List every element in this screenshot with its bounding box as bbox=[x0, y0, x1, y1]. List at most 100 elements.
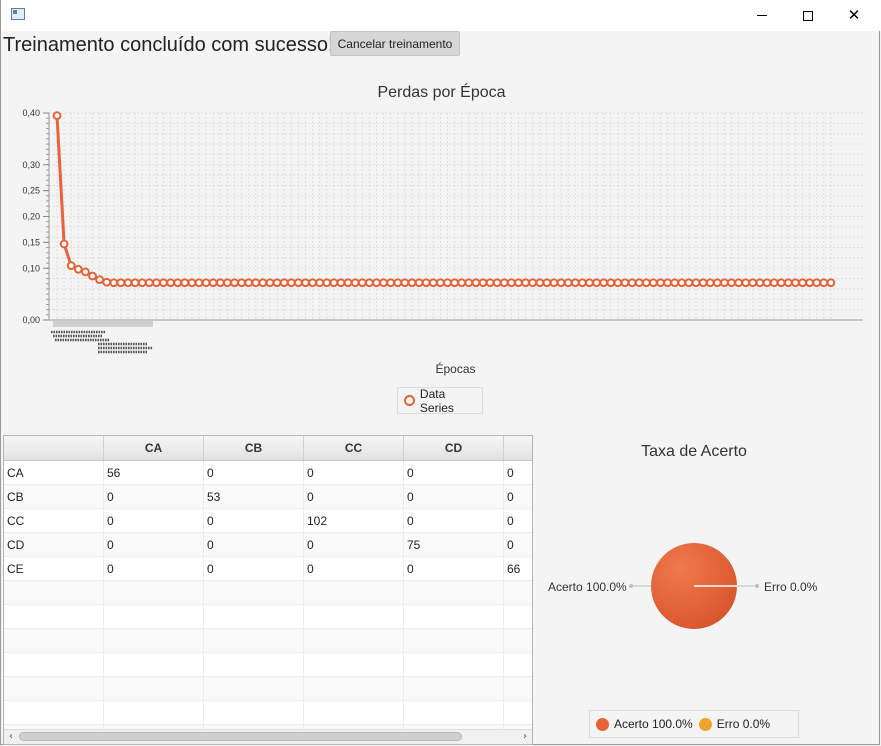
cancel-training-button[interactable]: Cancelar treinamento bbox=[330, 31, 460, 56]
table-cell: 0 bbox=[304, 461, 404, 484]
table-cell: CA bbox=[4, 461, 104, 484]
table-row[interactable]: CA 56 0 0 0 0 bbox=[4, 461, 532, 485]
loss-data-point bbox=[741, 278, 751, 288]
loss-data-point bbox=[66, 261, 76, 271]
table-row[interactable]: CC 0 0 102 0 0 bbox=[4, 509, 532, 533]
legend-series-symbol bbox=[404, 395, 415, 406]
table-cell: 0 bbox=[404, 461, 504, 484]
loss-data-point bbox=[578, 278, 587, 288]
loss-data-point bbox=[521, 278, 530, 288]
title-bar: ✕ bbox=[1, 0, 881, 31]
loss-data-point bbox=[762, 278, 772, 288]
scroll-left-icon[interactable]: ‹ bbox=[4, 730, 18, 744]
loss-data-point bbox=[783, 278, 793, 288]
table-cell bbox=[304, 701, 404, 724]
pie-label-dot-erro bbox=[755, 584, 759, 588]
column-header[interactable]: CB bbox=[204, 436, 304, 460]
loss-data-point bbox=[215, 278, 225, 288]
table-cell: 0 bbox=[404, 485, 504, 508]
loss-data-point bbox=[599, 278, 609, 288]
table-cell bbox=[4, 581, 104, 604]
table-cell bbox=[504, 629, 532, 652]
loss-chart: 0,40 0,30 0,25 0,20 0,15 0,10 0,00 bbox=[22, 108, 863, 354]
table-row[interactable] bbox=[4, 701, 532, 725]
table-cell bbox=[504, 677, 532, 700]
pie-label-acerto: Acerto 100.0% bbox=[548, 580, 627, 594]
loss-data-point bbox=[677, 278, 687, 288]
app-icon bbox=[11, 8, 25, 20]
table-row[interactable] bbox=[4, 653, 532, 677]
table-cell bbox=[404, 629, 504, 652]
horizontal-scrollbar[interactable]: ‹ › bbox=[4, 729, 532, 744]
column-header[interactable]: CD bbox=[404, 436, 504, 460]
minimize-button[interactable] bbox=[739, 0, 785, 31]
table-cell: 0 bbox=[504, 461, 532, 484]
loss-data-point bbox=[627, 278, 637, 288]
table-cell: 0 bbox=[204, 533, 304, 556]
table-cell bbox=[4, 653, 104, 676]
loss-data-point bbox=[734, 278, 743, 288]
table-row[interactable] bbox=[4, 581, 532, 605]
loss-data-point bbox=[798, 278, 807, 288]
loss-data-point bbox=[705, 278, 715, 288]
loss-data-point bbox=[393, 278, 403, 288]
loss-chart-title: Perdas por Época bbox=[377, 84, 506, 101]
y-tick-label: 0,25 bbox=[22, 186, 40, 196]
loss-data-point bbox=[365, 278, 374, 288]
loss-data-point bbox=[436, 278, 445, 288]
loss-data-point bbox=[464, 278, 474, 288]
loss-data-point bbox=[457, 278, 467, 288]
column-header[interactable]: CC bbox=[304, 436, 404, 460]
table-row[interactable]: CE 0 0 0 0 66 bbox=[4, 557, 532, 581]
legend-erro-symbol bbox=[698, 717, 712, 731]
scrollbar-thumb[interactable] bbox=[19, 732, 462, 741]
maximize-button[interactable] bbox=[785, 0, 831, 31]
table-row[interactable]: CD 0 0 0 75 0 bbox=[4, 533, 532, 557]
close-button[interactable]: ✕ bbox=[831, 0, 877, 31]
loss-data-point bbox=[670, 278, 680, 288]
scroll-right-icon[interactable]: › bbox=[518, 730, 532, 744]
table-cell: 0 bbox=[304, 557, 404, 580]
loss-data-point bbox=[265, 278, 275, 288]
loss-data-point bbox=[535, 278, 545, 288]
column-header[interactable] bbox=[504, 436, 532, 460]
loss-data-point bbox=[173, 278, 183, 288]
loss-data-point bbox=[649, 278, 658, 288]
loss-data-point bbox=[478, 278, 488, 288]
table-row[interactable] bbox=[4, 605, 532, 629]
loss-data-point bbox=[102, 277, 112, 287]
loss-data-point bbox=[450, 278, 460, 288]
loss-data-point bbox=[123, 278, 133, 288]
table-cell: 66 bbox=[504, 557, 532, 580]
table-cell bbox=[304, 653, 404, 676]
loss-data-point bbox=[507, 278, 516, 288]
loss-data-point bbox=[691, 278, 701, 288]
table-row[interactable] bbox=[4, 629, 532, 653]
table-cell: 0 bbox=[304, 485, 404, 508]
loss-data-point bbox=[286, 278, 296, 288]
app-window: ✕ Treinamento concluído com sucesso! Can… bbox=[0, 0, 881, 745]
table-cell bbox=[4, 677, 104, 700]
table-cell: 0 bbox=[204, 509, 304, 532]
table-cell bbox=[304, 605, 404, 628]
loss-data-point bbox=[428, 278, 438, 288]
table-cell: 0 bbox=[104, 533, 204, 556]
loss-data-point bbox=[720, 278, 729, 288]
loss-data-point bbox=[556, 278, 566, 288]
table-cell: 0 bbox=[104, 509, 204, 532]
table-cell: 0 bbox=[204, 557, 304, 580]
table-cell bbox=[304, 629, 404, 652]
table-row[interactable]: CB 0 53 0 0 0 bbox=[4, 485, 532, 509]
table-cell: 53 bbox=[204, 485, 304, 508]
loss-data-point bbox=[684, 278, 694, 288]
loss-data-point bbox=[308, 278, 318, 288]
loss-data-point bbox=[712, 278, 722, 288]
table-cell: 0 bbox=[404, 509, 504, 532]
table-cell: 0 bbox=[504, 533, 532, 556]
loss-data-point bbox=[414, 278, 424, 288]
confusion-matrix-table[interactable]: CA CB CC CD CA 56 0 0 0 0 CB 0 53 0 0 0 CC 0 0 102 0 0 CD 0 0 0 7… bbox=[3, 435, 533, 745]
table-row[interactable] bbox=[4, 677, 532, 701]
table-header: CA CB CC CD bbox=[4, 436, 532, 461]
column-header[interactable]: CA bbox=[104, 436, 204, 460]
column-header[interactable] bbox=[4, 436, 104, 460]
